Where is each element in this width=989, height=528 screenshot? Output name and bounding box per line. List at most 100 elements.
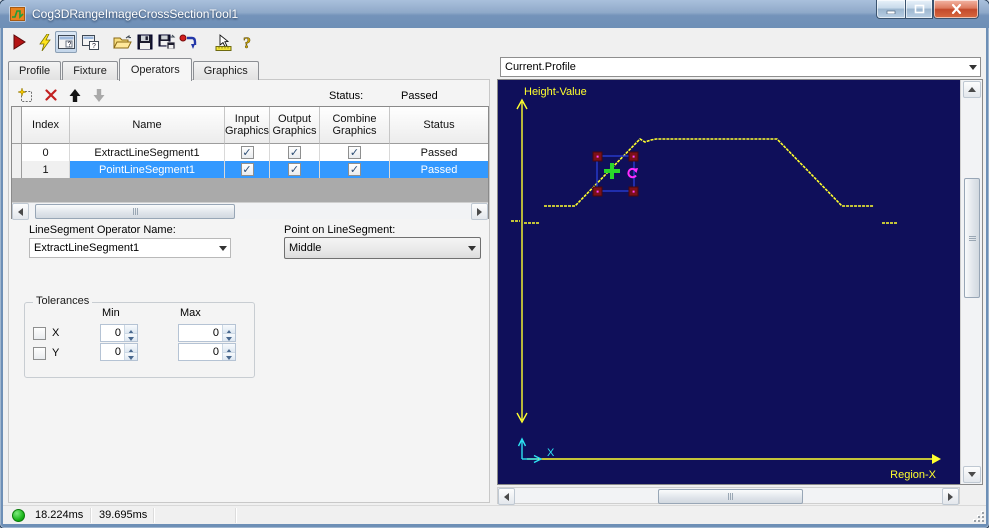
plot-background: [498, 80, 960, 484]
spin-down-button[interactable]: [223, 351, 235, 360]
scroll-left-button[interactable]: [498, 488, 515, 505]
tolerance-x-max-spinner[interactable]: 0: [178, 324, 236, 342]
scroll-right-button[interactable]: [942, 488, 959, 505]
dropdown-zone[interactable]: [215, 239, 230, 257]
chevron-down-icon: [467, 245, 476, 255]
spinner-value[interactable]: 0: [179, 325, 222, 341]
row-selector[interactable]: [12, 144, 22, 161]
scroll-left-button[interactable]: [12, 203, 29, 220]
spinner-buttons: [124, 344, 137, 360]
minimize-button[interactable]: [876, 0, 905, 19]
grid-horizontal-scrollbar[interactable]: [12, 202, 488, 220]
spinner-value[interactable]: 0: [101, 325, 124, 341]
plot-horizontal-scrollbar[interactable]: [497, 487, 960, 505]
plot-vertical-scrollbar[interactable]: [960, 80, 982, 484]
separator: [235, 508, 236, 523]
output-graphics-checkbox[interactable]: [288, 146, 301, 159]
tolerance-y-min-spinner[interactable]: 0: [100, 343, 138, 361]
output-graphics-checkbox[interactable]: [288, 163, 301, 176]
scroll-up-button[interactable]: [963, 81, 981, 98]
row-selector[interactable]: [12, 161, 22, 178]
float-window-icon: ?: [81, 34, 99, 50]
scroll-thumb[interactable]: [658, 489, 803, 504]
tab-operators-label: Operators: [130, 64, 180, 76]
spin-down-button[interactable]: [125, 332, 137, 341]
combine-graphics-checkbox[interactable]: [348, 163, 361, 176]
electrode-position-button[interactable]: [212, 31, 234, 53]
move-operator-down-button[interactable]: [89, 86, 109, 104]
operator-row-0[interactable]: 0 ExtractLineSegment1 Passed: [12, 144, 488, 161]
separator: [90, 508, 91, 523]
profile-plot[interactable]: Height-Value Region-X X: [498, 80, 960, 484]
save-file-button[interactable]: [134, 31, 156, 53]
spin-up-button[interactable]: [125, 344, 137, 353]
client-area: ? ? ? Profile Fixture Operators Graphics…: [3, 28, 986, 524]
thumb-grip: [132, 208, 139, 215]
status-label: Status:: [329, 90, 364, 102]
spinner-value[interactable]: 0: [101, 344, 124, 360]
chevron-down-icon: [218, 245, 227, 255]
move-operator-up-button[interactable]: [65, 86, 85, 104]
operator-row-1[interactable]: 1 PointLineSegment1 Passed: [12, 161, 488, 178]
col-header-name[interactable]: Name: [70, 107, 225, 144]
close-button[interactable]: [933, 0, 979, 19]
cell-status: Passed: [420, 163, 458, 176]
tolerance-x-min-spinner[interactable]: 0: [100, 324, 138, 342]
window-title: Cog3DRangeImageCrossSectionTool1: [32, 7, 239, 21]
point-on-linesegment-combobox[interactable]: Middle: [284, 237, 481, 259]
open-file-button[interactable]: [111, 31, 133, 53]
execution-time: 18.224ms: [35, 509, 84, 521]
total-time: 39.695ms: [99, 509, 148, 521]
delete-operator-button[interactable]: [41, 86, 61, 104]
spin-down-button[interactable]: [125, 351, 137, 360]
col-header-combine-graphics[interactable]: Combine Graphics: [320, 107, 390, 144]
scroll-thumb[interactable]: [35, 204, 235, 219]
scroll-down-button[interactable]: [963, 466, 981, 483]
tab-fixture[interactable]: Fixture: [62, 61, 118, 80]
col-header-input-graphics[interactable]: Input Graphics: [225, 107, 270, 144]
col-header-index[interactable]: Index: [22, 107, 70, 144]
add-operator-button[interactable]: [15, 86, 35, 104]
tolerance-y-checkbox[interactable]: [33, 347, 46, 360]
spin-down-button[interactable]: [223, 332, 235, 341]
reset-icon: [179, 34, 197, 49]
scroll-thumb[interactable]: [964, 178, 980, 298]
tab-profile[interactable]: Profile: [8, 61, 62, 80]
add-operator-icon: [17, 87, 32, 102]
col-header-status[interactable]: Status: [390, 107, 488, 144]
delete-icon: [45, 89, 57, 101]
operator-name-combobox[interactable]: ExtractLineSegment1: [29, 238, 231, 258]
combine-graphics-checkbox[interactable]: [348, 146, 361, 159]
spin-up-button[interactable]: [125, 325, 137, 334]
spinner-value[interactable]: 0: [179, 344, 222, 360]
dropdown-zone[interactable]: [463, 238, 480, 258]
show-current-record-button[interactable]: ?: [55, 31, 77, 53]
save-file-as-button[interactable]: [156, 31, 178, 53]
help-icon: ?: [242, 34, 251, 50]
dropdown-zone[interactable]: [965, 58, 980, 76]
input-graphics-checkbox[interactable]: [240, 163, 254, 176]
svg-text:?: ?: [92, 43, 96, 50]
input-graphics-checkbox[interactable]: [240, 146, 254, 159]
reset-tool-button[interactable]: [177, 31, 199, 53]
tab-strip: Profile Fixture Operators Graphics: [8, 57, 260, 81]
save-icon: [137, 34, 153, 50]
tolerance-y-max-spinner[interactable]: 0: [178, 343, 236, 361]
spinner-buttons: [124, 325, 137, 341]
spin-up-button[interactable]: [223, 344, 235, 353]
titlebar[interactable]: Cog3DRangeImageCrossSectionTool1: [0, 0, 989, 28]
tolerance-x-checkbox[interactable]: [33, 327, 46, 340]
col-header-output-graphics[interactable]: Output Graphics: [270, 107, 320, 144]
tab-operators[interactable]: Operators: [118, 58, 192, 81]
help-button[interactable]: ?: [237, 31, 259, 53]
scroll-right-button[interactable]: [471, 203, 488, 220]
run-continuous-button[interactable]: [34, 31, 56, 53]
spin-up-button[interactable]: [223, 325, 235, 334]
record-display-icon: ?: [57, 35, 75, 49]
resize-grip[interactable]: [971, 509, 984, 522]
maximize-button[interactable]: [905, 0, 933, 19]
float-display-button[interactable]: ?: [79, 31, 101, 53]
record-selector-combobox[interactable]: Current.Profile: [500, 57, 981, 77]
tab-graphics[interactable]: Graphics: [192, 61, 259, 80]
run-tool-button[interactable]: [8, 31, 30, 53]
